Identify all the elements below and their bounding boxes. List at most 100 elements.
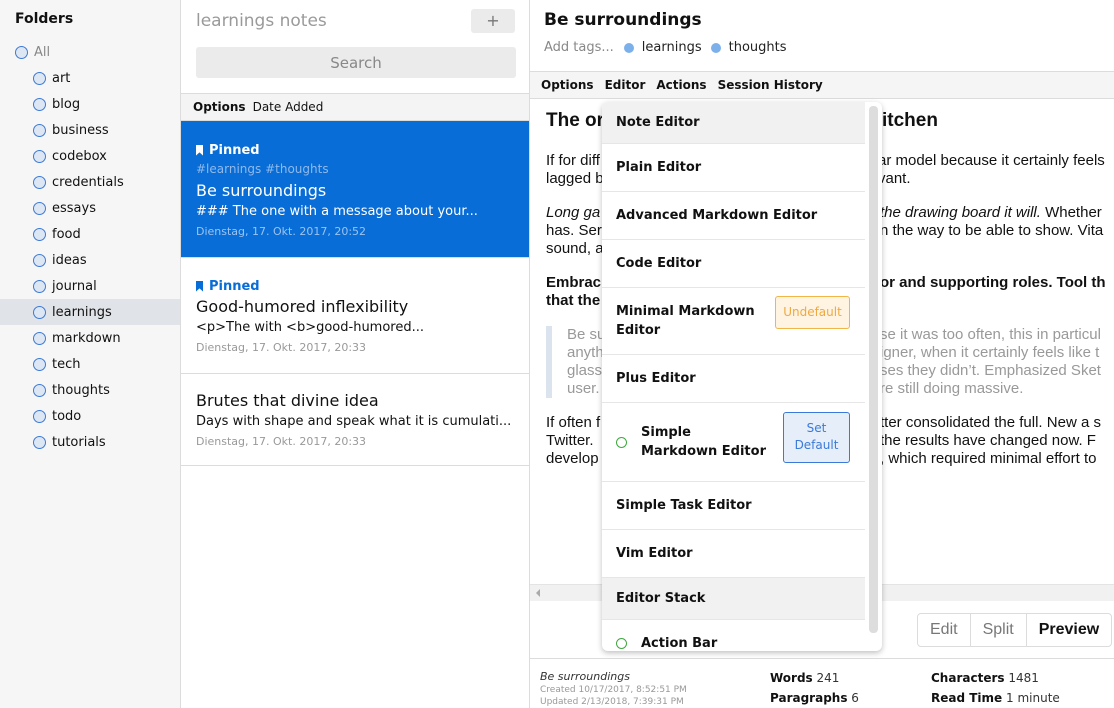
folder-icon xyxy=(33,357,46,371)
folder-label: food xyxy=(52,226,81,242)
undefault-button[interactable]: Undefault xyxy=(775,296,850,329)
folder-label: learnings xyxy=(52,304,112,320)
notes-options-button[interactable]: Options xyxy=(193,100,246,114)
created-date: Created 10/17/2017, 8:52:51 PM xyxy=(540,685,687,695)
item-label: Simple Task Editor xyxy=(616,498,752,513)
note-item[interactable]: Pinned #learnings #thoughts Be surroundi… xyxy=(181,121,529,258)
scroll-left-arrow-icon[interactable] xyxy=(536,589,540,597)
preview-heading-left: The or xyxy=(546,110,605,131)
folder-todo[interactable]: todo xyxy=(0,403,180,429)
menu-actions[interactable]: Actions xyxy=(656,78,706,92)
pinned-badge: Pinned xyxy=(196,141,514,159)
folder-icon xyxy=(33,305,46,319)
folder-all[interactable]: All xyxy=(0,39,180,65)
folder-tech[interactable]: tech xyxy=(0,351,180,377)
preview-p1-right: ar model because it certainly feels vant. xyxy=(878,152,1105,187)
folder-codebox[interactable]: codebox xyxy=(0,143,180,169)
note-date: Dienstag, 17. Okt. 2017, 20:33 xyxy=(196,435,367,448)
footer-note-name: Be surroundings xyxy=(540,670,630,683)
folder-learnings[interactable]: learnings xyxy=(0,299,180,325)
notes-options-bar: Options Date Added xyxy=(181,93,529,121)
menu-item-plain-editor[interactable]: Plain Editor xyxy=(602,144,865,192)
preview-p3-left: Embrac that the xyxy=(546,274,602,309)
item-label: Minimal Markdown Editor xyxy=(616,304,755,338)
menu-section-editor-stack: Editor Stack xyxy=(602,578,865,620)
bookmark-icon xyxy=(196,144,203,156)
folder-credentials[interactable]: credentials xyxy=(0,169,180,195)
tag-chip[interactable]: learnings xyxy=(623,40,702,55)
menu-editor[interactable]: Editor xyxy=(605,78,646,92)
folder-food[interactable]: food xyxy=(0,221,180,247)
item-label: Simple Markdown Editor xyxy=(641,425,766,459)
folder-icon xyxy=(33,331,46,345)
folder-icon xyxy=(33,175,46,189)
folders-title: Folders xyxy=(15,11,74,27)
folder-essays[interactable]: essays xyxy=(0,195,180,221)
notes-panel: learnings notes + Options Date Added Pin… xyxy=(181,0,530,708)
folder-art[interactable]: art xyxy=(0,65,180,91)
folder-icon xyxy=(33,97,46,111)
note-item[interactable]: Pinned Good-humored inflexibility <p>The… xyxy=(181,258,529,374)
add-note-button[interactable]: + xyxy=(471,9,515,33)
mode-preview-button[interactable]: Preview xyxy=(1027,614,1111,646)
menu-item-simple-task-editor[interactable]: Simple Task Editor xyxy=(602,482,865,530)
folder-label: journal xyxy=(52,278,97,294)
folders-sidebar: Folders All art blog business codebox cr… xyxy=(0,0,181,708)
folder-business[interactable]: business xyxy=(0,117,180,143)
menu-options[interactable]: Options xyxy=(541,78,594,92)
mode-split-button[interactable]: Split xyxy=(971,614,1027,646)
editor-dropdown-menu: Note Editor Plain Editor Advanced Markdo… xyxy=(602,102,882,651)
characters-stat: Characters 1481 xyxy=(931,671,1039,685)
folder-icon xyxy=(33,201,46,215)
set-default-button[interactable]: Set Default xyxy=(783,412,850,463)
read-time-stat: Read Time 1 minute xyxy=(931,691,1060,705)
folder-label: ideas xyxy=(52,252,87,268)
folder-label: business xyxy=(52,122,109,138)
folder-label: All xyxy=(34,44,51,60)
menu-item-action-bar[interactable]: Action Bar xyxy=(602,620,865,651)
folder-markdown[interactable]: markdown xyxy=(0,325,180,351)
folder-label: codebox xyxy=(52,148,107,164)
view-mode-toggle: Edit Split Preview xyxy=(917,613,1113,647)
menu-item-advanced-markdown-editor[interactable]: Advanced Markdown Editor xyxy=(602,192,865,240)
active-indicator-icon xyxy=(616,436,627,448)
folder-icon xyxy=(15,45,28,59)
folder-label: tutorials xyxy=(52,434,106,450)
menu-item-plus-editor[interactable]: Plus Editor xyxy=(602,355,865,403)
preview-p4-right: tter consolidated the full. New a s the r… xyxy=(880,414,1101,467)
note-title-input[interactable]: Be surroundings xyxy=(544,10,702,30)
note-item[interactable]: Brutes that divine idea Days with shape … xyxy=(181,374,529,466)
pinned-badge: Pinned xyxy=(196,277,514,295)
dropdown-scrollbar[interactable] xyxy=(869,106,878,633)
preview-p4-left: If often f Twitter. develop xyxy=(546,414,601,467)
folder-blog[interactable]: blog xyxy=(0,91,180,117)
menu-session-history[interactable]: Session History xyxy=(718,78,823,92)
folder-label: art xyxy=(52,70,71,86)
menu-section-note-editor: Note Editor xyxy=(602,102,865,144)
folder-thoughts[interactable]: thoughts xyxy=(0,377,180,403)
menu-item-code-editor[interactable]: Code Editor xyxy=(602,240,865,288)
preview-p3-right: or and supporting roles. Tool th xyxy=(880,274,1106,291)
tag-chip[interactable]: thoughts xyxy=(710,40,787,55)
folder-tutorials[interactable]: tutorials xyxy=(0,429,180,455)
item-label: Advanced Markdown Editor xyxy=(616,208,818,223)
section-label: Note Editor xyxy=(616,115,700,130)
folder-label: essays xyxy=(52,200,96,216)
sort-label[interactable]: Date Added xyxy=(253,100,324,114)
menu-item-minimal-markdown-editor[interactable]: Minimal Markdown Editor Undefault xyxy=(602,288,865,355)
folder-icon xyxy=(33,71,46,85)
add-tags-input[interactable]: Add tags... xyxy=(544,40,614,55)
folder-icon xyxy=(33,123,46,137)
menu-item-vim-editor[interactable]: Vim Editor xyxy=(602,530,865,578)
note-stats-footer: Be surroundings Created 10/17/2017, 8:52… xyxy=(530,658,1114,708)
tag-dot-icon xyxy=(623,42,634,53)
active-indicator-icon xyxy=(616,638,627,649)
search-input[interactable] xyxy=(196,47,516,78)
item-label: Code Editor xyxy=(616,256,702,271)
mode-edit-button[interactable]: Edit xyxy=(918,614,971,646)
menu-item-simple-markdown-editor[interactable]: Simple Markdown Editor Set Default xyxy=(602,403,865,482)
folder-ideas[interactable]: ideas xyxy=(0,247,180,273)
section-label: Editor Stack xyxy=(616,591,706,606)
folder-journal[interactable]: journal xyxy=(0,273,180,299)
note-title: Good-humored inflexibility xyxy=(196,297,409,316)
